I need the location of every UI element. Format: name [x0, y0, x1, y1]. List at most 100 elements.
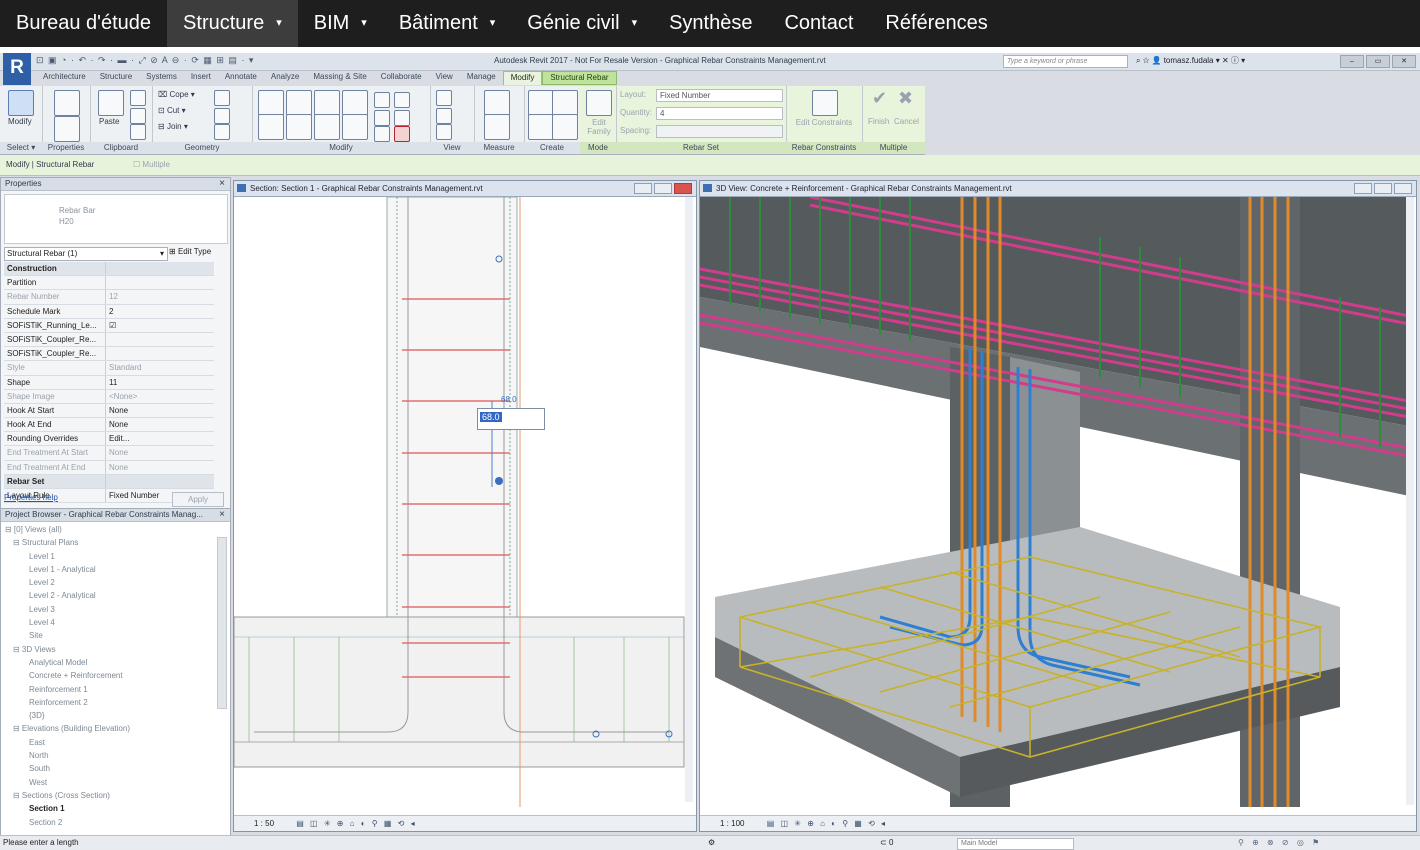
3d-model-view[interactable] [700, 197, 1414, 815]
property-value[interactable]: Edit... [106, 432, 214, 445]
property-row[interactable]: SOFiSTiK_Coupler_Re... [4, 332, 214, 348]
binoculars-icon[interactable]: ⌕ [1136, 56, 1140, 65]
user-menu[interactable]: ⌕ ☆ 👤 tomasz.fudala ▾ ✕ ⓘ ▾ [1136, 55, 1245, 66]
minimize-icon[interactable] [634, 183, 652, 194]
rotate-icon[interactable] [314, 114, 340, 140]
hide-icon[interactable] [436, 90, 452, 106]
nav-item-4[interactable]: Génie civil ▾ [511, 0, 653, 47]
mirror-draw-icon[interactable] [342, 90, 368, 116]
active-model-select[interactable]: Main Model [957, 838, 1074, 850]
tab-massing-site[interactable]: Massing & Site [306, 71, 373, 85]
close-button[interactable]: ✕ [1392, 55, 1416, 68]
property-value[interactable]: None [106, 404, 214, 417]
browser-tree-item[interactable]: Site [5, 629, 130, 642]
property-row[interactable]: Rounding Overrides Edit... [4, 432, 214, 447]
nav-item-2[interactable]: BIM ▾ [298, 0, 383, 47]
nav-item-0[interactable]: Bureau d'étude [0, 0, 167, 47]
browser-tree-item[interactable]: ⊟ Elevations (Building Elevation) [5, 722, 130, 735]
edit-constraints-icon[interactable] [812, 90, 838, 116]
nav-item-6[interactable]: Contact [768, 0, 869, 47]
selection-toggles[interactable]: ⚲ ⊕ ⊗ ⊘ ◎ ⚑ [1238, 836, 1322, 850]
properties-icon[interactable] [54, 90, 80, 116]
dimension-icon[interactable] [484, 114, 510, 140]
property-row[interactable]: SOFiSTiK_Running_Le... ☑ [4, 318, 214, 333]
measure-icon[interactable] [484, 90, 510, 116]
tab-analyze[interactable]: Analyze [264, 71, 306, 85]
match-properties-icon[interactable] [130, 124, 146, 140]
tab-modify[interactable]: Modify [502, 71, 543, 85]
tab-collaborate[interactable]: Collaborate [374, 71, 429, 85]
tab-structural-rebar[interactable]: Structural Rebar [542, 71, 617, 85]
browser-tree-item[interactable]: ⊟ Sections (Cross Section) [5, 789, 130, 802]
browser-scrollbar[interactable] [217, 537, 227, 709]
delete-icon[interactable] [394, 126, 410, 142]
paste-icon[interactable] [98, 90, 124, 116]
move-icon[interactable] [258, 114, 284, 140]
nav-item-1[interactable]: Structure ▾ [167, 0, 298, 47]
browser-tree-item[interactable]: ⊟ Structural Plans [5, 536, 130, 549]
minimize-button[interactable]: – [1340, 55, 1364, 68]
property-row[interactable]: End Treatment At End None [4, 460, 214, 475]
property-row[interactable]: Rebar Number 12 [4, 290, 214, 305]
browser-tree-item[interactable]: ⊟ [0] Views (all) [5, 523, 130, 536]
scale-label[interactable]: 1 : 100 [720, 819, 744, 828]
browser-tree-item[interactable]: South [5, 762, 130, 775]
finish-check-icon[interactable]: ✔ [872, 88, 887, 109]
property-row[interactable]: Style Standard [4, 361, 214, 376]
browser-tree-item[interactable]: East [5, 736, 130, 749]
close-icon[interactable] [1394, 183, 1412, 194]
cope-button[interactable]: ⌧ Cope ▾ [158, 90, 195, 99]
view-tools-icons[interactable]: ▤ ◫ ✳ ⊕ ⌂ ◐ ⚲ ▦ ⟲ ◂ [296, 819, 416, 828]
filter-icon[interactable]: ⊂ 0 [880, 836, 893, 850]
dimension-edit-input[interactable]: 68.0 [477, 408, 545, 430]
property-value[interactable] [106, 276, 214, 289]
paint-icon[interactable] [214, 124, 230, 140]
spacing-field[interactable] [656, 125, 783, 138]
property-value[interactable]: 11 [106, 376, 214, 389]
wall-joins-icon[interactable] [214, 108, 230, 124]
layout-select[interactable]: Fixed Number [656, 89, 783, 102]
browser-tree-item[interactable]: Level 2 - Analytical [5, 589, 130, 602]
property-value[interactable]: None [106, 418, 214, 431]
workset-icon[interactable]: ⚙ [708, 836, 715, 850]
apply-button[interactable]: Apply [172, 492, 224, 507]
section-drawing[interactable]: 68.0 [234, 197, 694, 817]
browser-tree-item[interactable]: Level 2 [5, 576, 130, 589]
property-value[interactable]: Standard [106, 361, 214, 374]
browser-tree-item[interactable]: Level 3 [5, 603, 130, 616]
properties-help-link[interactable]: Properties help [4, 493, 58, 502]
app-menu-button[interactable]: R [3, 53, 31, 85]
pin-icon[interactable] [394, 92, 410, 108]
property-row[interactable]: Partition [4, 276, 214, 291]
property-value[interactable]: None [106, 461, 214, 474]
override-icon[interactable] [436, 108, 452, 124]
mirror-axis-icon[interactable] [314, 90, 340, 116]
instance-filter-select[interactable]: Structural Rebar (1) ▾ [4, 247, 168, 261]
multiple-checkbox[interactable]: ☐ Multiple [133, 160, 170, 169]
close-icon[interactable] [674, 183, 692, 194]
minimize-icon[interactable] [1354, 183, 1372, 194]
offset-icon[interactable] [286, 90, 312, 116]
scale-icon[interactable] [394, 110, 410, 126]
browser-tree-item[interactable]: Reinforcement 1 [5, 683, 130, 696]
property-row[interactable]: Hook At Start None [4, 403, 214, 419]
create-similar-icon[interactable] [528, 90, 554, 116]
property-group-header[interactable]: Rebar Set [4, 474, 214, 489]
modify-arrow-icon[interactable] [8, 90, 34, 116]
trim-icon[interactable] [342, 114, 368, 140]
create-parts-icon[interactable] [552, 114, 578, 140]
edit-family-icon[interactable] [586, 90, 612, 116]
create-assembly-icon[interactable] [528, 114, 554, 140]
property-row[interactable]: End Treatment At Start None [4, 446, 214, 461]
browser-tree-item[interactable]: Level 4 [5, 616, 130, 629]
property-row[interactable]: Shape 11 [4, 375, 214, 390]
tab-structure[interactable]: Structure [93, 71, 139, 85]
restore-icon[interactable] [654, 183, 672, 194]
nav-item-5[interactable]: Synthèse [653, 0, 768, 47]
browser-tree-item[interactable]: Concrete + Reinforcement [5, 669, 130, 682]
close-icon[interactable]: × [219, 178, 225, 190]
view-tools-icons[interactable]: ▤ ◫ ✳ ⊕ ⌂ ◐ ⚲ ▦ ⟲ ◂ [767, 819, 887, 828]
type-properties-icon[interactable] [54, 116, 80, 142]
property-value[interactable] [106, 333, 214, 346]
split-face-icon[interactable] [214, 90, 230, 106]
